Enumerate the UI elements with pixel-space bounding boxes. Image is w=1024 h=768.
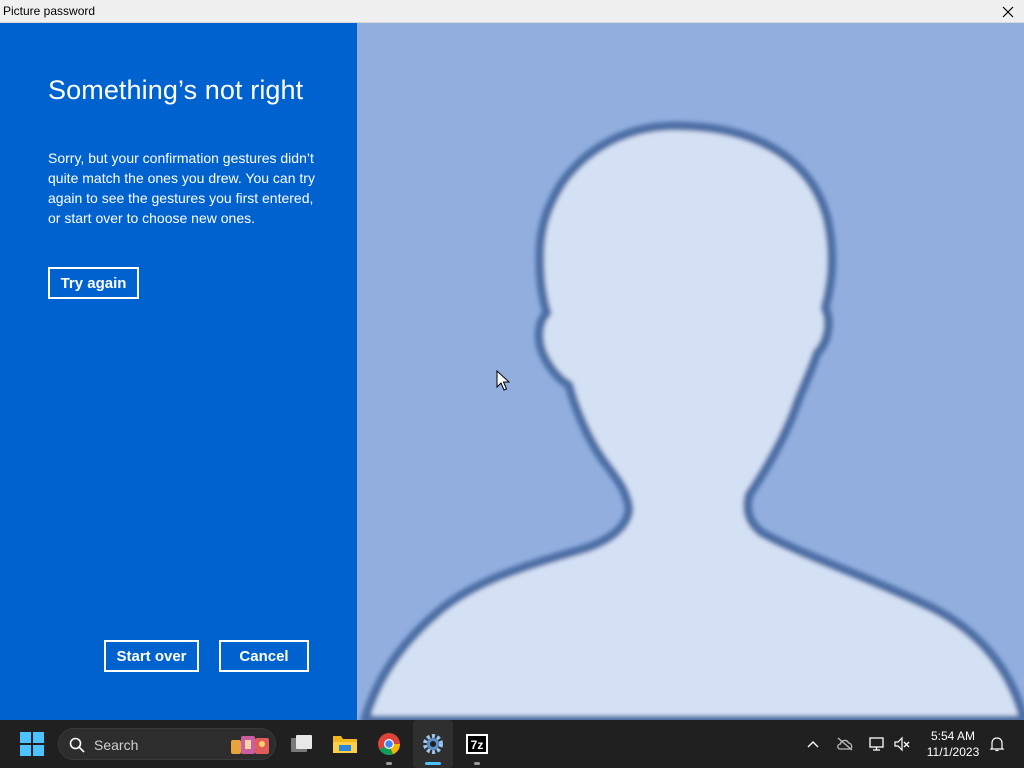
start-over-button[interactable]: Start over: [104, 640, 199, 672]
bell-icon: [989, 737, 1005, 752]
mouse-cursor-icon: [496, 370, 510, 391]
chevron-up-icon: [807, 741, 819, 748]
chrome-icon: [378, 733, 401, 756]
search-icon: [69, 737, 85, 753]
picture-canvas[interactable]: [357, 23, 1024, 720]
task-view-icon: [291, 735, 312, 752]
title-bar: Picture password: [0, 0, 1024, 23]
taskbar-search-box[interactable]: Search: [58, 728, 276, 760]
file-explorer-button[interactable]: [325, 720, 365, 768]
file-explorer-icon: [333, 736, 357, 753]
task-view-button[interactable]: [282, 720, 322, 768]
person-silhouette-image: [360, 121, 1024, 720]
clock-time: 5:54 AM: [930, 729, 976, 743]
taskbar-clock[interactable]: 5:54 AM 11/1/2023: [920, 728, 986, 760]
close-icon: [1002, 6, 1014, 17]
onedrive-offline-icon: [837, 737, 853, 751]
settings-button[interactable]: [413, 720, 453, 768]
active-indicator: [425, 762, 441, 765]
search-label: Search: [94, 737, 139, 753]
try-again-button[interactable]: Try again: [48, 267, 139, 299]
network-icon: [869, 737, 884, 751]
network-tray-button[interactable]: [864, 720, 890, 768]
notifications-button[interactable]: [986, 720, 1008, 768]
7zip-icon: 7z: [466, 734, 488, 754]
close-button[interactable]: [992, 0, 1024, 23]
taskbar: Search 7z 5:54 AM 11/1/2023: [0, 720, 1024, 768]
windows-logo-icon: [20, 732, 44, 756]
running-indicator: [386, 762, 392, 765]
svg-text:7z: 7z: [471, 738, 484, 752]
show-hidden-icons-button[interactable]: [800, 720, 826, 768]
window-title: Picture password: [3, 4, 96, 18]
search-highlight-icon: [231, 736, 269, 754]
running-indicator: [474, 762, 480, 765]
panel-message: Sorry, but your confirmation gestures di…: [48, 150, 315, 226]
start-button[interactable]: [12, 720, 52, 768]
volume-tray-button[interactable]: [889, 720, 915, 768]
onedrive-tray-button[interactable]: [832, 720, 858, 768]
volume-muted-icon: [894, 736, 910, 752]
7zip-button[interactable]: 7z: [457, 720, 497, 768]
chrome-button[interactable]: [369, 720, 409, 768]
panel-heading: Something’s not right: [48, 75, 304, 105]
cancel-button[interactable]: Cancel: [219, 640, 309, 672]
clock-date: 11/1/2023: [926, 745, 980, 759]
message-panel: Something’s not right Sorry, but your co…: [0, 23, 357, 720]
settings-gear-icon: [423, 734, 443, 754]
